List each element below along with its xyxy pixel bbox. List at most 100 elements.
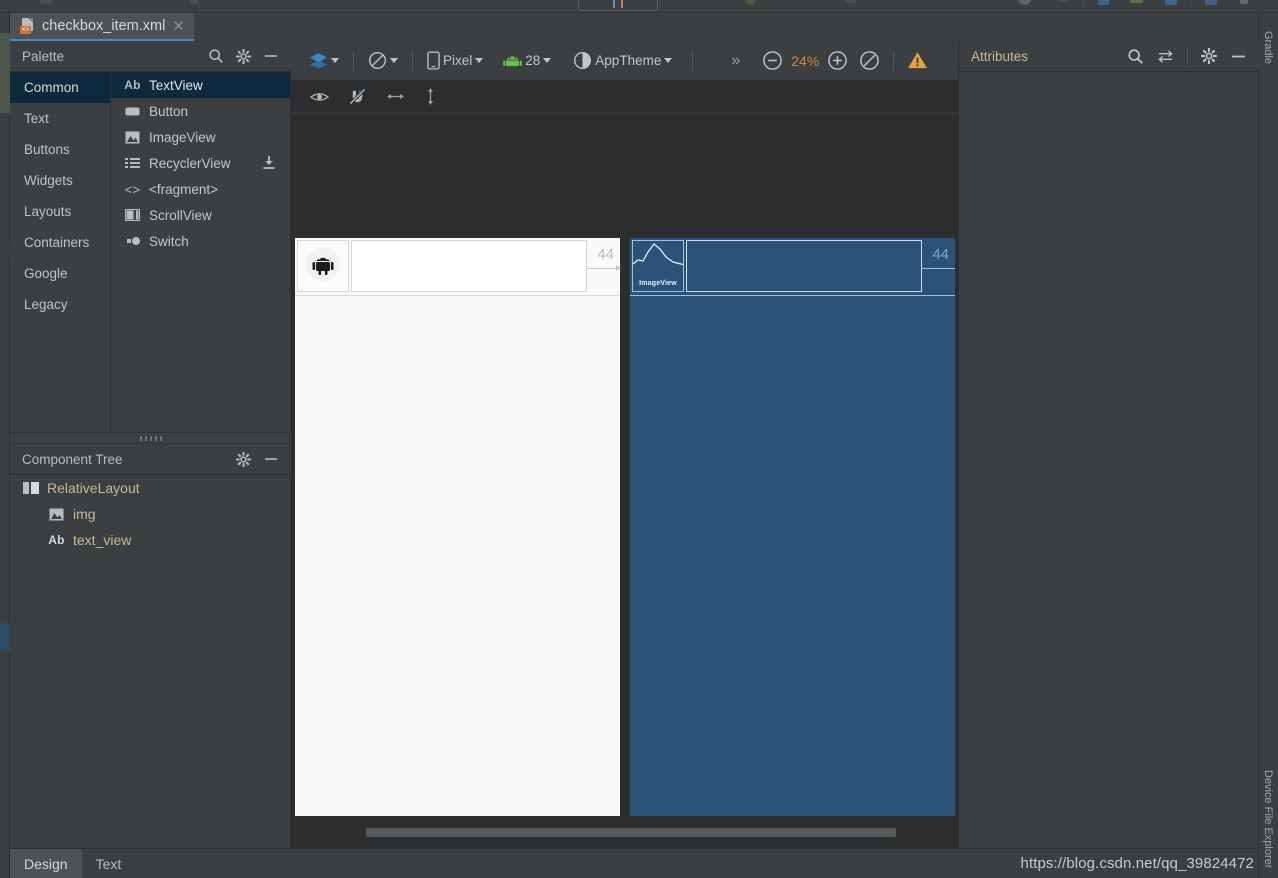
tree-node-img[interactable]: img: [10, 501, 290, 527]
tab-design[interactable]: Design: [10, 849, 82, 878]
palette-item-label: ScrollView: [149, 207, 212, 223]
blueprint-dimension-label: 44: [932, 246, 949, 263]
right-rail-item-gradle[interactable]: Gradle: [1262, 31, 1274, 64]
palette-category-google[interactable]: Google: [10, 258, 110, 289]
orientation-button[interactable]: [364, 49, 402, 72]
palette-categories: Common Text Buttons Widgets Layouts Cont…: [10, 72, 111, 432]
show-layout-decorations-icon[interactable]: [310, 90, 329, 104]
palette-tree-splitter[interactable]: [10, 432, 291, 444]
search-icon[interactable]: [208, 48, 224, 64]
toolbar-ghost-icon: [1165, 0, 1177, 5]
horizontal-constraint-icon[interactable]: [386, 90, 405, 103]
warning-icon[interactable]: [907, 51, 928, 70]
palette-category-label: Text: [24, 111, 49, 126]
toggle-view-icon[interactable]: [1157, 49, 1174, 64]
design-view-options: [291, 81, 958, 113]
gear-icon[interactable]: [236, 451, 251, 467]
palette-item-label: <fragment>: [149, 181, 219, 197]
zoom-out-icon[interactable]: [762, 50, 783, 71]
blueprint-textview[interactable]: [686, 240, 922, 292]
vertical-constraint-icon[interactable]: [424, 87, 437, 106]
toolbar-overflow-button[interactable]: »: [727, 50, 744, 72]
editor-bottom-bar: Design Text https://blog.csdn.net/qq_398…: [10, 848, 1258, 878]
component-tree-panel: Component Tree RelativeLayout img Ab tex…: [10, 444, 291, 848]
zoom-fit-icon[interactable]: [859, 50, 880, 71]
tree-node-relativelayout[interactable]: RelativeLayout: [10, 475, 290, 501]
minimize-icon[interactable]: [1230, 48, 1247, 65]
tab-label: Text: [95, 855, 122, 872]
gear-icon[interactable]: [1201, 48, 1217, 64]
device-selector-button[interactable]: Pixel: [423, 49, 487, 72]
palette-category-text[interactable]: Text: [10, 103, 110, 134]
design-surface: Pixel 28 AppTheme » 24% 44 ImageView 44: [291, 41, 958, 848]
editor-tab-checkbox-item-xml[interactable]: <> checkbox_item.xml ✕: [10, 13, 194, 41]
palette-panel: Palette Common Text Buttons Widgets Layo…: [10, 41, 291, 432]
palette-item-switch[interactable]: Switch: [111, 228, 290, 254]
left-rail-marker: [0, 623, 10, 651]
recyclerview-icon: [124, 155, 141, 171]
attributes-header: Attributes: [959, 41, 1259, 72]
tree-node-text-view[interactable]: Ab text_view: [10, 527, 290, 553]
zoom-in-icon[interactable]: [827, 50, 848, 71]
minimize-icon[interactable]: [263, 48, 279, 64]
tab-text[interactable]: Text: [82, 849, 136, 878]
toolbar-ghost-icon: [190, 0, 199, 4]
main-toolbar-strip: [0, 0, 1278, 13]
attributes-title: Attributes: [971, 48, 1029, 64]
palette-item-label: RecyclerView: [149, 155, 231, 171]
theme-selector-button[interactable]: AppTheme: [569, 49, 676, 72]
palette-item-button[interactable]: Button: [111, 98, 290, 124]
palette-category-label: Google: [24, 266, 68, 281]
palette-category-containers[interactable]: Containers: [10, 227, 110, 258]
design-mode-button[interactable]: [305, 50, 343, 71]
right-tool-rail[interactable]: Gradle Device File Explorer: [1258, 13, 1278, 878]
toolbar-ghost-icon: [1240, 0, 1248, 4]
palette-category-common[interactable]: Common: [10, 72, 110, 103]
attributes-body: [959, 72, 1258, 848]
palette-category-legacy[interactable]: Legacy: [10, 289, 110, 320]
palette-item-scrollview[interactable]: ScrollView: [111, 202, 290, 228]
textview-icon: Ab: [124, 78, 141, 92]
toolbar-ghost-icon: [1205, 0, 1217, 5]
palette-item-imageview[interactable]: ImageView: [111, 124, 290, 150]
palette-item-fragment[interactable]: <> <fragment>: [111, 176, 290, 202]
design-render-preview[interactable]: 44: [295, 238, 621, 816]
watermark-url: https://blog.csdn.net/qq_39824472: [1020, 855, 1254, 872]
toolbar-ghost-icon: [1058, 0, 1069, 1]
minimize-icon[interactable]: [263, 451, 279, 467]
editor-tab-label: checkbox_item.xml: [42, 18, 166, 34]
palette-item-recyclerview[interactable]: RecyclerView: [111, 150, 290, 176]
tree-node-label: RelativeLayout: [47, 480, 140, 496]
blueprint-preview[interactable]: ImageView 44: [630, 238, 955, 816]
canvas-horizontal-scrollbar[interactable]: [291, 826, 958, 838]
left-tool-rail[interactable]: [0, 13, 10, 878]
download-icon[interactable]: [262, 155, 276, 173]
api-level-button[interactable]: 28: [499, 51, 555, 70]
palette-category-layouts[interactable]: Layouts: [10, 196, 110, 227]
turn-off-autoconnect-icon[interactable]: [348, 87, 367, 106]
theme-label: AppTheme: [595, 53, 662, 68]
palette-category-buttons[interactable]: Buttons: [10, 134, 110, 165]
editor-tabbar: <> checkbox_item.xml ✕: [10, 13, 1258, 41]
right-rail-item-device-file-explorer[interactable]: Device File Explorer: [1262, 770, 1274, 868]
tree-node-label: img: [73, 506, 96, 522]
android-robot-icon: [306, 246, 340, 286]
blueprint-imageview[interactable]: ImageView: [632, 240, 684, 292]
button-icon: [124, 103, 141, 119]
phone-icon: [427, 51, 440, 70]
blueprint-appbar: ImageView 44: [630, 238, 955, 296]
blueprint-imageview-label: ImageView: [639, 280, 677, 287]
palette-category-widgets[interactable]: Widgets: [10, 165, 110, 196]
theme-contrast-icon: [573, 51, 592, 70]
close-icon[interactable]: ✕: [172, 19, 185, 34]
preview-textview[interactable]: [351, 240, 587, 292]
palette-item-textview[interactable]: Ab TextView: [111, 72, 290, 98]
android-icon: [503, 54, 523, 67]
scrollbar-thumb[interactable]: [366, 828, 896, 837]
gear-icon[interactable]: [236, 48, 251, 64]
design-canvas[interactable]: 44 ImageView 44: [291, 113, 958, 848]
preview-imageview[interactable]: [297, 240, 349, 292]
search-icon[interactable]: [1127, 48, 1144, 65]
palette-title: Palette: [22, 48, 65, 64]
toolbar-run-config-box[interactable]: [578, 0, 658, 11]
